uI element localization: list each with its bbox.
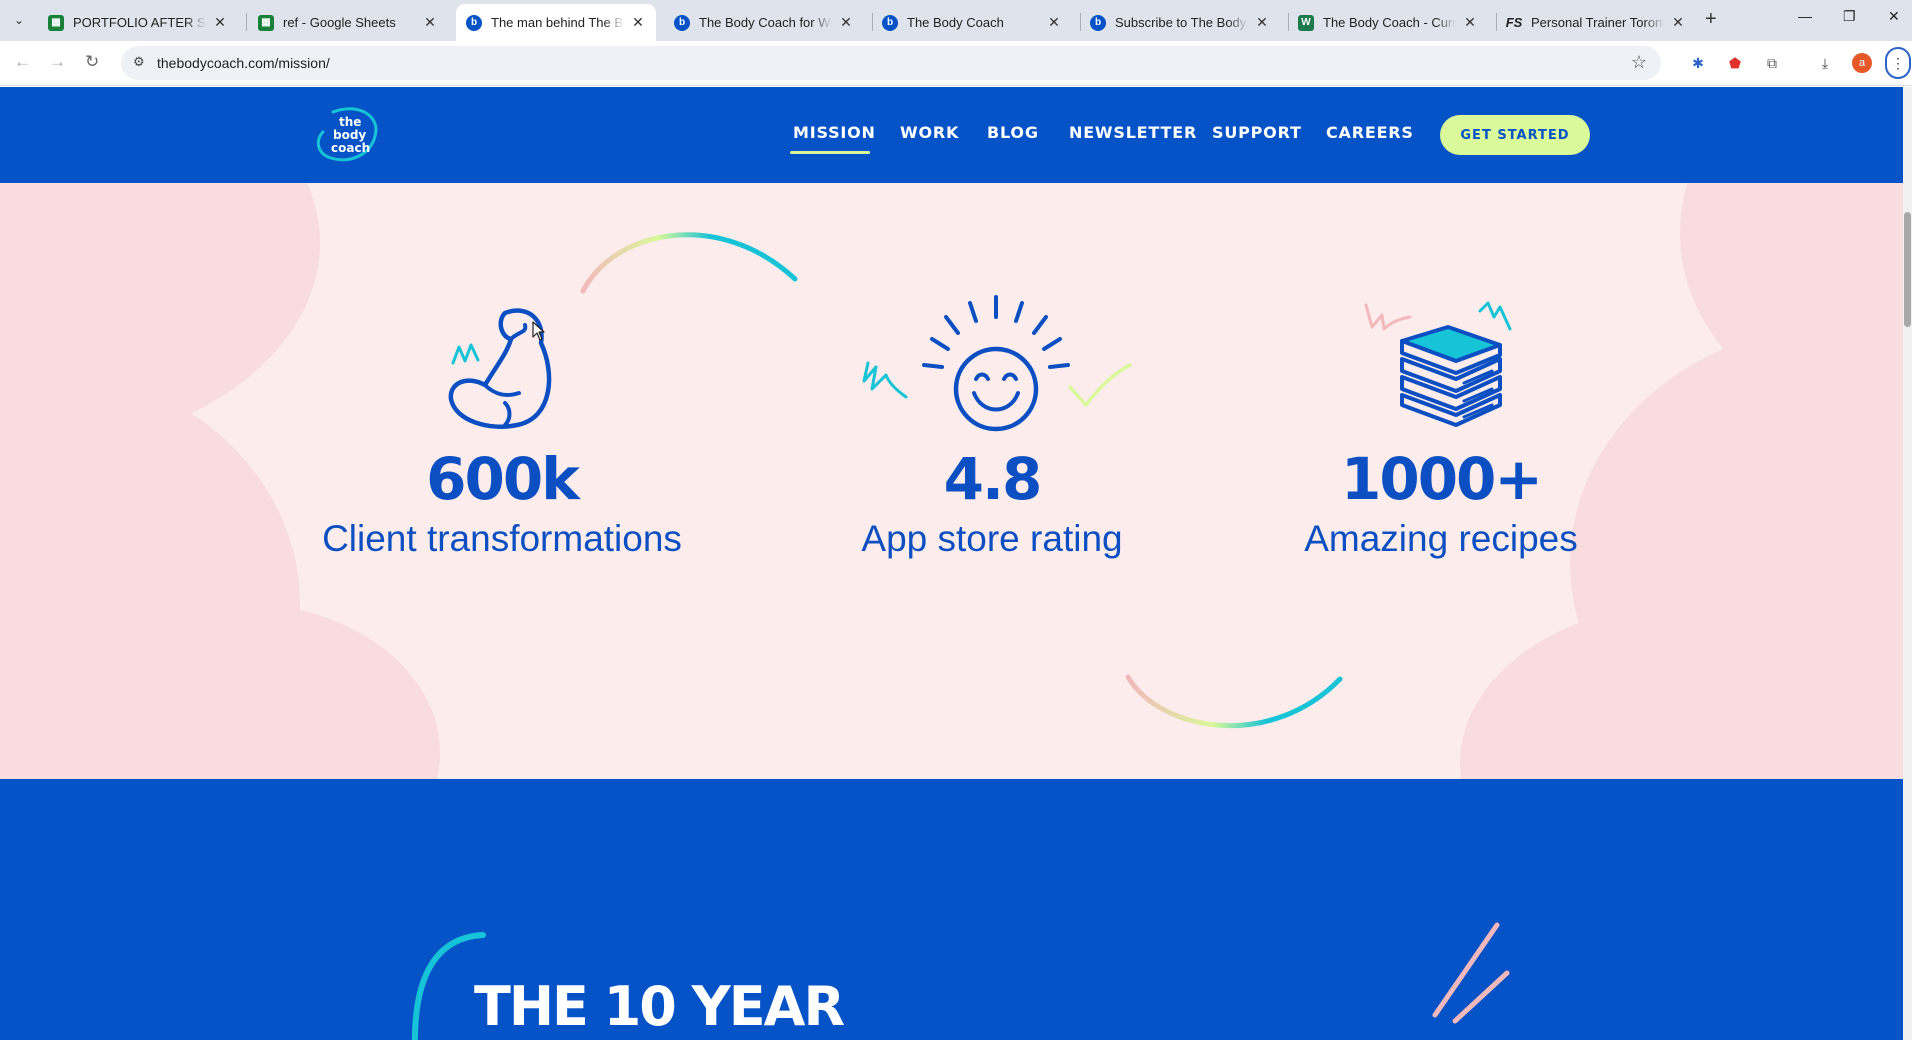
minimize-icon[interactable]: — — [1798, 8, 1812, 24]
close-icon[interactable]: ✕ — [1462, 14, 1478, 31]
section-heading: THE 10 YEAR — [474, 975, 845, 1038]
tab-title: The Body Coach - Curren — [1323, 15, 1456, 30]
sheets-icon: ▦ — [48, 14, 64, 31]
site-info-icon[interactable]: ⚙ — [133, 54, 145, 70]
tab-subscribe[interactable]: b Subscribe to The Body Co ✕ — [1080, 4, 1280, 41]
puzzle-extensions-icon[interactable]: ⧉ — [1762, 53, 1782, 73]
tab-man-behind-body-coach[interactable]: b The man behind The Body ✕ — [456, 4, 656, 41]
nav-newsletter[interactable]: NEWSLETTER — [1069, 123, 1197, 142]
shield-extension-icon[interactable]: ⬟ — [1725, 53, 1745, 73]
decorative-arc — [580, 232, 798, 294]
tab-search-icon[interactable]: ⌄ — [8, 9, 30, 31]
address-bar[interactable]: ⚙ thebodycoach.com/mission/ ☆ — [121, 46, 1661, 80]
scrollbar-thumb[interactable] — [1904, 212, 1911, 327]
tab-title: Personal Trainer Toronto - — [1531, 15, 1664, 30]
close-icon[interactable]: ✕ — [1254, 14, 1270, 31]
site-header: the body coach MISSION WORK BLOG NEWSLET… — [0, 87, 1903, 183]
tab-separator — [246, 13, 247, 31]
decorative-lines — [1432, 922, 1510, 1024]
url-text[interactable]: thebodycoach.com/mission/ — [157, 55, 330, 71]
tab-title: Subscribe to The Body Co — [1115, 15, 1248, 30]
nav-mission[interactable]: MISSION — [793, 123, 876, 142]
tab-portfolio[interactable]: ▦ PORTFOLIO AFTER SELLIN ✕ — [38, 4, 238, 41]
tab-title: ref - Google Sheets — [283, 15, 396, 30]
back-icon[interactable]: ← — [14, 52, 31, 72]
nav-work[interactable]: WORK — [900, 123, 959, 142]
close-window-icon[interactable]: ✕ — [1888, 8, 1900, 25]
stat-number-transformations: 600k — [426, 445, 580, 513]
close-icon[interactable]: ✕ — [630, 14, 646, 31]
decorative-arc — [1125, 674, 1343, 729]
bodycoach-icon: b — [466, 14, 482, 31]
close-icon[interactable]: ✕ — [212, 14, 228, 31]
smiley-sun-icon — [862, 295, 1132, 432]
reload-icon[interactable]: ↻ — [85, 52, 99, 72]
download-icon[interactable]: ⤓ — [1815, 53, 1835, 73]
bodycoach-icon: b — [674, 14, 690, 31]
close-icon[interactable]: ✕ — [1670, 14, 1686, 31]
restore-icon[interactable]: ❐ — [1843, 8, 1856, 25]
browser-toolbar: ← → ↻ ⚙ thebodycoach.com/mission/ ☆ ✱ ⬟ … — [0, 41, 1912, 86]
tab-title: The Body Coach — [907, 15, 1004, 30]
tab-personal-trainer[interactable]: FS Personal Trainer Toronto - ✕ — [1496, 4, 1696, 41]
fs-icon: FS — [1505, 15, 1523, 30]
browser-tab-bar: ⌄ ▦ PORTFOLIO AFTER SELLIN ✕ ▦ ref - Goo… — [0, 0, 1912, 41]
close-icon[interactable]: ✕ — [1046, 14, 1062, 31]
extension-icon[interactable]: ✱ — [1688, 53, 1708, 73]
stat-number-rating: 4.8 — [943, 445, 1043, 513]
close-icon[interactable]: ✕ — [422, 14, 438, 31]
stats-section: 600k Client transformations 4.8 App stor… — [0, 183, 1903, 779]
book-stack-icon — [1364, 301, 1512, 427]
stat-label-recipes: Amazing recipes — [1304, 518, 1578, 559]
bodycoach-icon: b — [1090, 14, 1106, 31]
tab-title: PORTFOLIO AFTER SELLIN — [73, 15, 206, 30]
tab-title: The man behind The Body — [491, 15, 624, 30]
sheets-icon: ▦ — [258, 14, 274, 31]
tab-ref-sheets[interactable]: ▦ ref - Google Sheets ✕ — [248, 4, 448, 41]
bodycoach-icon: b — [882, 14, 898, 31]
tab-body-coach-current[interactable]: W The Body Coach - Curren ✕ — [1288, 4, 1488, 41]
mouse-cursor-icon — [532, 321, 545, 341]
web-page: the body coach MISSION WORK BLOG NEWSLET… — [0, 87, 1903, 1040]
main-nav: MISSION WORK BLOG NEWSLETTER SUPPORT CAR… — [0, 123, 1903, 154]
stat-label-transformations: Client transformations — [322, 518, 682, 559]
tab-body-coach-work[interactable]: b The Body Coach for Work ✕ — [664, 4, 864, 41]
get-started-button[interactable]: GET STARTED — [1440, 115, 1590, 155]
new-tab-button[interactable]: + — [1705, 8, 1717, 31]
bookmark-star-icon[interactable]: ☆ — [1631, 52, 1647, 73]
ten-year-section: THE 10 YEAR — [0, 779, 1903, 1040]
page-scrollbar[interactable] — [1903, 87, 1912, 1040]
stat-label-rating: App store rating — [861, 518, 1123, 559]
nav-blog[interactable]: BLOG — [987, 123, 1039, 142]
nav-careers[interactable]: CAREERS — [1326, 123, 1414, 142]
stat-number-recipes: 1000+ — [1340, 445, 1543, 513]
tab-body-coach[interactable]: b The Body Coach ✕ — [872, 4, 1072, 41]
nav-support[interactable]: SUPPORT — [1212, 123, 1302, 142]
more-menu-icon[interactable]: ⋮ — [1885, 47, 1911, 79]
tab-title: The Body Coach for Work — [699, 15, 832, 30]
profile-avatar[interactable]: a — [1852, 53, 1872, 73]
close-icon[interactable]: ✕ — [838, 14, 854, 31]
bodycoach-green-icon: W — [1298, 14, 1314, 31]
active-nav-underline — [790, 151, 870, 154]
forward-icon[interactable]: → — [49, 52, 66, 72]
